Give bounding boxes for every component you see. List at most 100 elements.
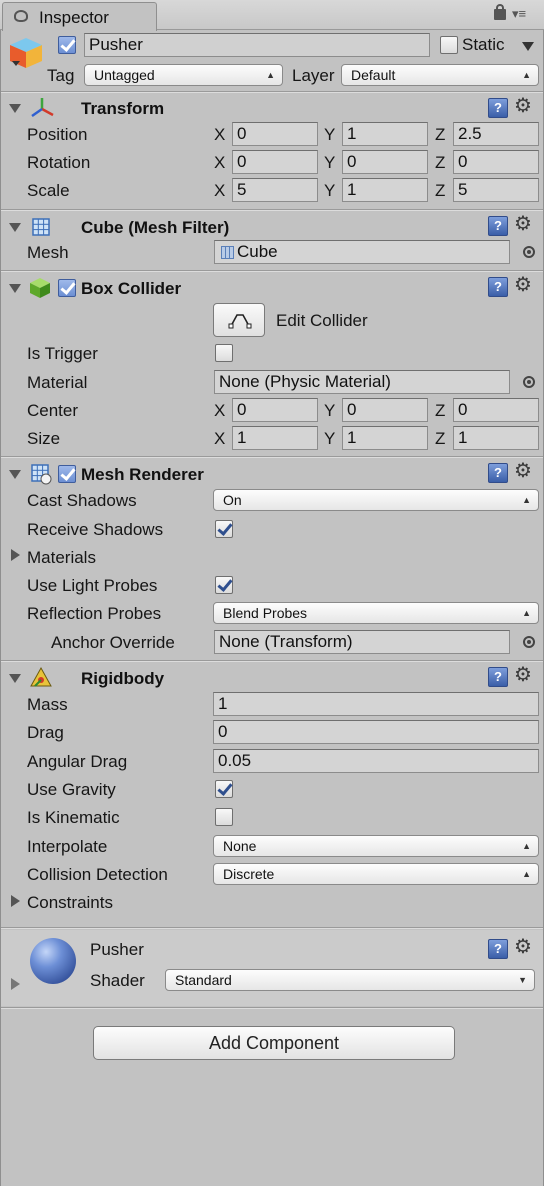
materials-label[interactable]: Materials xyxy=(27,548,96,568)
reflection-probes-dropdown[interactable]: Blend Probes ▲ xyxy=(213,602,539,624)
gear-icon[interactable]: ⚙ xyxy=(514,461,532,481)
rigidbody-foldout[interactable] xyxy=(9,674,21,683)
center-x-field[interactable]: 0 xyxy=(232,398,318,422)
material-preview-sphere[interactable] xyxy=(30,938,76,984)
separator xyxy=(0,270,544,272)
transform-foldout[interactable] xyxy=(9,104,21,113)
shader-dropdown[interactable]: Standard ▼ xyxy=(165,969,535,991)
size-y-field[interactable]: 1 xyxy=(342,426,428,450)
y-label[interactable]: Y xyxy=(324,181,335,201)
position-z-field[interactable]: 2.5 xyxy=(453,122,539,146)
mesh-filter-title[interactable]: Cube (Mesh Filter) xyxy=(81,218,229,238)
updown-icon: ▲ xyxy=(266,70,275,80)
updown-icon: ▲ xyxy=(522,841,531,851)
gear-icon[interactable]: ⚙ xyxy=(514,214,532,234)
material-foldout[interactable] xyxy=(11,978,20,990)
rigidbody-title[interactable]: Rigidbody xyxy=(81,669,164,689)
anchor-override-field[interactable]: None (Transform) xyxy=(214,630,510,654)
layer-value: Default xyxy=(351,67,396,83)
help-icon[interactable]: ? xyxy=(488,939,508,959)
x-label[interactable]: X xyxy=(214,153,225,173)
y-label[interactable]: Y xyxy=(324,429,335,449)
z-label[interactable]: Z xyxy=(435,125,445,145)
constraints-label[interactable]: Constraints xyxy=(27,893,113,913)
mass-field[interactable]: 1 xyxy=(213,692,539,716)
gear-icon[interactable]: ⚙ xyxy=(514,96,532,116)
x-label[interactable]: X xyxy=(214,429,225,449)
tag-dropdown[interactable]: Untagged ▲ xyxy=(84,64,283,86)
y-label[interactable]: Y xyxy=(324,125,335,145)
box-collider-foldout[interactable] xyxy=(9,284,21,293)
object-picker-icon[interactable] xyxy=(523,246,535,258)
materials-foldout[interactable] xyxy=(11,549,20,561)
help-icon[interactable]: ? xyxy=(488,98,508,118)
help-icon[interactable]: ? xyxy=(488,216,508,236)
scale-y-field[interactable]: 1 xyxy=(342,178,428,202)
constraints-foldout[interactable] xyxy=(11,895,20,907)
transform-title[interactable]: Transform xyxy=(81,99,164,119)
material-object-field[interactable]: None (Physic Material) xyxy=(214,370,510,394)
icon-dropdown-arrow[interactable] xyxy=(12,61,20,66)
box-collider-enabled-checkbox[interactable] xyxy=(58,279,76,297)
mesh-renderer-enabled-checkbox[interactable] xyxy=(58,465,76,483)
z-label[interactable]: Z xyxy=(435,401,445,421)
static-dropdown-arrow[interactable] xyxy=(522,42,534,51)
mesh-renderer-foldout[interactable] xyxy=(9,470,21,479)
x-label[interactable]: X xyxy=(214,125,225,145)
edit-collider-button[interactable] xyxy=(213,303,265,337)
edit-collider-icon xyxy=(228,314,252,329)
mesh-label: Mesh xyxy=(27,243,69,262)
inspector-tab[interactable]: Inspector xyxy=(2,2,157,31)
scale-label: Scale xyxy=(27,181,70,200)
help-icon[interactable]: ? xyxy=(488,667,508,687)
rotation-y-field[interactable]: 0 xyxy=(342,150,428,174)
updown-icon: ▲ xyxy=(522,869,531,879)
is-trigger-checkbox[interactable] xyxy=(215,344,233,362)
position-x-field[interactable]: 0 xyxy=(232,122,318,146)
center-z-field[interactable]: 0 xyxy=(453,398,539,422)
y-label[interactable]: Y xyxy=(324,153,335,173)
scale-z-field[interactable]: 5 xyxy=(453,178,539,202)
z-label[interactable]: Z xyxy=(435,181,445,201)
z-label[interactable]: Z xyxy=(435,153,445,173)
tab-menu-icon[interactable]: ▾≡ xyxy=(512,6,526,22)
cast-shadows-dropdown[interactable]: On ▲ xyxy=(213,489,539,511)
use-light-probes-checkbox[interactable] xyxy=(215,576,233,594)
mesh-object-field[interactable]: Cube xyxy=(214,240,510,264)
object-picker-icon[interactable] xyxy=(523,376,535,388)
use-gravity-checkbox[interactable] xyxy=(215,780,233,798)
rotation-x-field[interactable]: 0 xyxy=(232,150,318,174)
separator xyxy=(0,456,544,458)
help-icon[interactable]: ? xyxy=(488,463,508,483)
collision-detection-dropdown[interactable]: Discrete ▲ xyxy=(213,863,539,885)
size-x-field[interactable]: 1 xyxy=(232,426,318,450)
drag-field[interactable]: 0 xyxy=(213,720,539,744)
separator xyxy=(0,927,544,929)
layer-dropdown[interactable]: Default ▲ xyxy=(341,64,539,86)
mesh-renderer-title[interactable]: Mesh Renderer xyxy=(81,465,204,485)
static-checkbox[interactable] xyxy=(440,36,458,54)
rotation-z-field[interactable]: 0 xyxy=(453,150,539,174)
object-picker-icon[interactable] xyxy=(523,636,535,648)
x-label[interactable]: X xyxy=(214,181,225,201)
scale-x-field[interactable]: 5 xyxy=(232,178,318,202)
gear-icon[interactable]: ⚙ xyxy=(514,275,532,295)
y-label[interactable]: Y xyxy=(324,401,335,421)
size-z-field[interactable]: 1 xyxy=(453,426,539,450)
object-name-field[interactable]: Pusher xyxy=(84,33,430,57)
mesh-filter-foldout[interactable] xyxy=(9,223,21,232)
object-active-checkbox[interactable] xyxy=(58,36,76,54)
box-collider-title[interactable]: Box Collider xyxy=(81,279,181,299)
gear-icon[interactable]: ⚙ xyxy=(514,665,532,685)
receive-shadows-checkbox[interactable] xyxy=(215,520,233,538)
angular-drag-field[interactable]: 0.05 xyxy=(213,749,539,773)
help-icon[interactable]: ? xyxy=(488,277,508,297)
position-y-field[interactable]: 1 xyxy=(342,122,428,146)
add-component-button[interactable]: Add Component xyxy=(93,1026,455,1060)
gear-icon[interactable]: ⚙ xyxy=(514,937,532,957)
z-label[interactable]: Z xyxy=(435,429,445,449)
center-y-field[interactable]: 0 xyxy=(342,398,428,422)
x-label[interactable]: X xyxy=(214,401,225,421)
is-kinematic-checkbox[interactable] xyxy=(215,808,233,826)
interpolate-dropdown[interactable]: None ▲ xyxy=(213,835,539,857)
